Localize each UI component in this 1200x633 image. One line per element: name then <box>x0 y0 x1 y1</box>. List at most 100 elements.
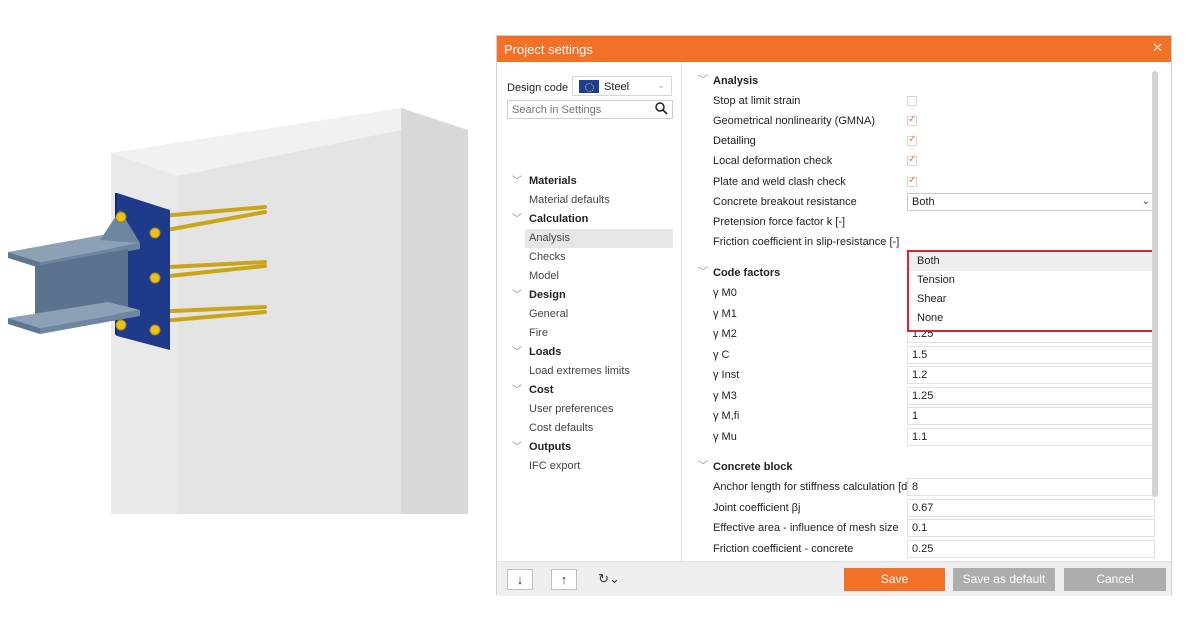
tree-label: IFC export <box>529 460 581 472</box>
dialog-footer: ↓ ↑ ↻⌄ Save Save as default Cancel <box>497 561 1171 596</box>
tree-label: Loads <box>529 346 562 358</box>
vertical-scrollbar[interactable] <box>1152 71 1158 497</box>
chevron-down-icon: ﹀ <box>512 347 522 358</box>
concrete-breakout-options: Both Tension Shear None <box>907 250 1155 332</box>
chevron-down-icon: ﹀ <box>698 461 708 472</box>
tree-label: Checks <box>529 251 566 263</box>
gmna-checkbox[interactable] <box>907 114 917 126</box>
move-up-button[interactable]: ↑ <box>551 569 577 590</box>
code-factor-label: γ C <box>713 348 730 361</box>
section-concrete-block-title: Concrete block <box>713 461 793 473</box>
save-as-default-button[interactable]: Save as default <box>953 568 1055 591</box>
code-factor-input[interactable]: 1.5 <box>907 345 1155 364</box>
tree-group[interactable]: ﹀ Calculation <box>497 210 682 229</box>
3d-viewport[interactable] <box>0 0 490 630</box>
code-factor-input[interactable]: 1.2 <box>907 366 1155 384</box>
tree-label: Design <box>529 289 566 301</box>
concrete-block-input[interactable]: 0.67 <box>907 498 1155 517</box>
design-code-label: Design code <box>507 82 569 94</box>
tree-group[interactable]: ﹀ Loads <box>497 343 682 362</box>
search-input[interactable] <box>508 101 648 118</box>
dropdown-option[interactable]: Shear <box>909 290 1153 309</box>
tree-item[interactable]: General <box>497 305 682 324</box>
cancel-button[interactable]: Cancel <box>1064 568 1166 591</box>
dropdown-option[interactable]: Tension <box>909 271 1153 290</box>
close-icon[interactable]: ✕ <box>1152 40 1163 56</box>
design-code-select[interactable]: Steel ⌄ <box>572 76 672 96</box>
tree-label: Fire <box>529 327 548 339</box>
tree-group[interactable]: ﹀ Design <box>497 286 682 305</box>
chevron-down-icon: ﹀ <box>512 385 522 396</box>
tree-item[interactable]: Cost defaults <box>497 419 682 438</box>
section-code-factors-header[interactable]: ﹀ Code factors <box>683 264 780 282</box>
friction-slip-label: Friction coefficient in slip-resistance … <box>713 236 900 248</box>
tree-label: Cost defaults <box>529 422 594 434</box>
detailing-label: Detailing <box>713 135 756 147</box>
tree-group[interactable]: ﹀ Materials <box>497 172 682 191</box>
section-concrete-block-header[interactable]: ﹀ Concrete block <box>683 458 792 476</box>
plate-weld-clash-label: Plate and weld clash check <box>713 176 846 188</box>
tree-item[interactable]: IFC export <box>497 457 682 476</box>
stop-at-limit-strain-checkbox[interactable] <box>907 96 917 106</box>
tree-label: User preferences <box>529 403 614 415</box>
detailing-checkbox[interactable] <box>907 134 917 146</box>
tree-label: Model <box>529 270 559 282</box>
tree-item[interactable]: Load extremes limits <box>497 362 682 381</box>
concrete-block-input[interactable]: 0.25 <box>907 539 1155 558</box>
concrete-block-label: Joint coefficient βj <box>713 501 801 514</box>
dropdown-option[interactable]: None <box>909 309 1153 328</box>
chevron-down-icon: ﹀ <box>698 267 708 278</box>
concrete-breakout-dropdown[interactable]: Both ⌄ <box>907 193 1155 211</box>
chevron-down-icon: ﹀ <box>512 176 522 187</box>
save-button[interactable]: Save <box>844 568 945 591</box>
tree-item[interactable]: Checks <box>497 248 682 267</box>
tree-item[interactable]: User preferences <box>497 400 682 419</box>
tree-item[interactable]: Model <box>497 267 682 286</box>
settings-navigation: Design code Steel ⌄ ﹀ Materials Material d… <box>497 62 682 561</box>
dialog-titlebar[interactable]: Project settings ✕ <box>497 36 1171 62</box>
local-deformation-label: Local deformation check <box>713 155 833 167</box>
chevron-down-icon: ﹀ <box>512 290 522 301</box>
tree-item[interactable]: Material defaults <box>497 191 682 210</box>
eu-flag-icon <box>579 80 599 93</box>
concrete-block-label: Friction coefficient - concrete <box>713 542 854 555</box>
dropdown-option[interactable]: Both <box>909 252 1153 271</box>
dialog-title: Project settings <box>504 42 593 57</box>
concrete-breakout-label: Concrete breakout resistance <box>713 196 857 208</box>
plate-weld-clash-checkbox[interactable] <box>907 175 917 187</box>
pretension-label: Pretension force factor k [-] <box>713 216 846 228</box>
code-factor-input[interactable]: 1.1 <box>907 427 1155 446</box>
concrete-block-input[interactable]: 0.1 <box>907 519 1155 537</box>
local-deformation-checkbox[interactable] <box>907 154 917 166</box>
search-icon[interactable] <box>655 102 668 118</box>
gmna-label: Geometrical nonlinearity (GMNA) <box>713 115 875 127</box>
concrete-block-input[interactable]: 8 <box>907 478 1155 496</box>
design-code-value: Steel <box>604 81 630 93</box>
concrete-block-label: Effective area - influence of mesh size <box>713 522 899 534</box>
tree-label: Material defaults <box>529 194 610 206</box>
reset-dropdown-button[interactable]: ↻⌄ <box>593 569 625 590</box>
tree-label: Materials <box>529 175 577 187</box>
tree-label: Calculation <box>529 213 589 225</box>
section-analysis-header[interactable]: ﹀ Analysis <box>683 72 758 90</box>
chevron-down-icon: ﹀ <box>512 214 522 225</box>
concrete-breakout-value: Both <box>912 196 935 208</box>
code-factor-input[interactable]: 1.25 <box>907 386 1155 405</box>
tree-group[interactable]: ﹀ Cost <box>497 381 682 400</box>
section-analysis-title: Analysis <box>713 75 759 87</box>
project-settings-dialog: Project settings ✕ Design code Steel ⌄ ﹀… <box>496 35 1172 596</box>
code-factor-label: γ M,fi <box>713 410 740 422</box>
stop-at-limit-strain-label: Stop at limit strain <box>713 95 801 107</box>
settings-properties: ﹀ Analysis Stop at limit strain Geometri… <box>683 62 1163 561</box>
code-factor-label: γ M1 <box>713 307 737 320</box>
tree-label: Cost <box>529 384 554 396</box>
concrete-side-face <box>401 108 468 514</box>
section-code-factors-title: Code factors <box>713 267 781 279</box>
code-factor-label: γ M3 <box>713 389 737 402</box>
tree-item[interactable]: Analysis <box>525 229 673 248</box>
tree-item[interactable]: Fire <box>497 324 682 343</box>
concrete-front-face <box>178 130 401 514</box>
move-down-button[interactable]: ↓ <box>507 569 533 590</box>
code-factor-input[interactable]: 1 <box>907 407 1155 425</box>
tree-group[interactable]: ﹀ Outputs <box>497 438 682 457</box>
